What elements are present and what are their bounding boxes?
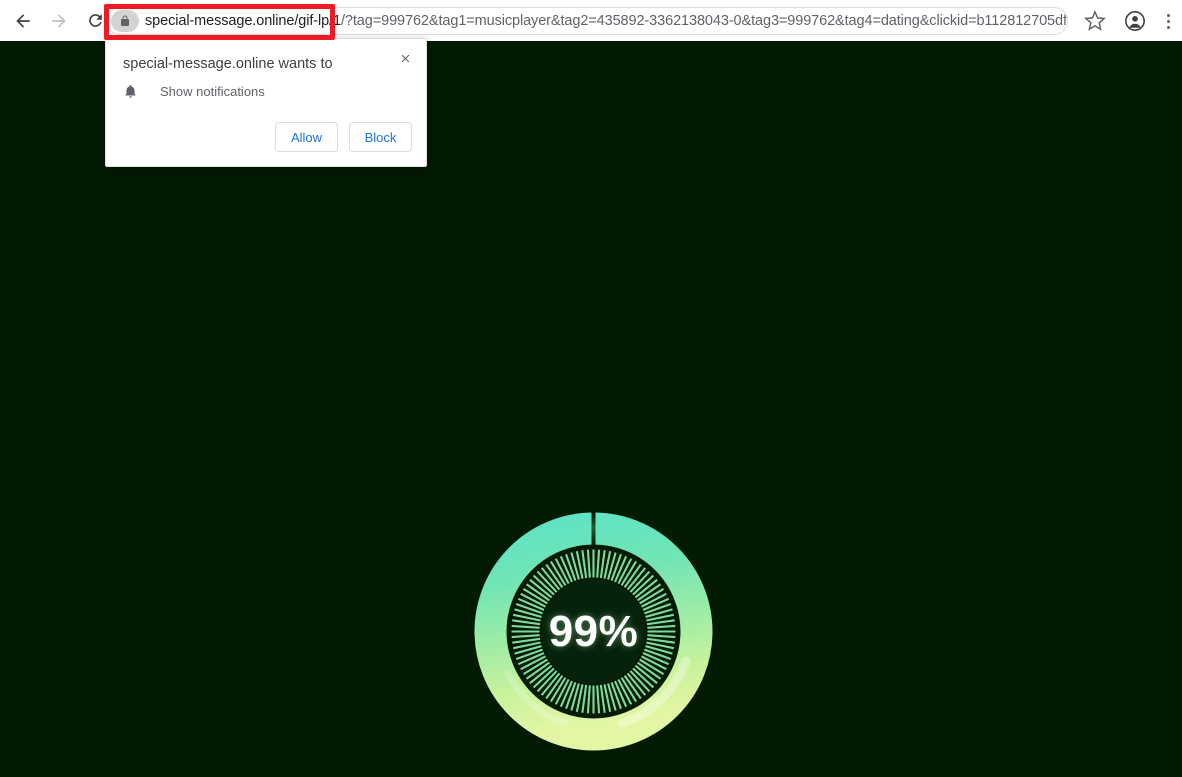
three-dot-menu-icon-dot2	[1166, 19, 1170, 23]
notification-permission-dialog: special-message.online wants to Show not…	[105, 38, 427, 167]
close-x-icon	[401, 54, 409, 62]
address-bar[interactable]: special-message.online/gif-lp/1/?tag=999…	[106, 7, 1068, 35]
reload-icon	[88, 14, 102, 27]
dialog-title: special-message.online wants to	[123, 56, 333, 72]
three-dot-menu-icon-dot3	[1166, 25, 1170, 29]
dialog-action-buttons: Allow Block	[275, 122, 412, 152]
bell-icon	[125, 85, 136, 98]
url-query-text: /?tag=999762&tag1=musicplayer&tag2=43589…	[340, 13, 1067, 29]
forward-button[interactable]	[44, 6, 74, 36]
star-icon	[1084, 9, 1106, 31]
site-security-badge[interactable]	[111, 10, 139, 32]
dialog-close-button[interactable]	[392, 45, 418, 71]
arrow-left-icon	[16, 13, 30, 28]
loading-progress-ring: 99%	[473, 511, 714, 752]
chrome-menu-button[interactable]	[1160, 10, 1176, 32]
bookmark-star-button[interactable]	[1084, 9, 1106, 32]
url-host-text: special-message.online/gif-lp/1	[145, 13, 341, 29]
lock-icon	[121, 15, 129, 26]
progress-percent-label: 99%	[548, 606, 639, 656]
permission-label: Show notifications	[160, 84, 265, 99]
three-dot-menu-icon	[1166, 13, 1170, 17]
browser-toolbar: special-message.online/gif-lp/1/?tag=999…	[0, 0, 1182, 41]
allow-button[interactable]: Allow	[275, 122, 338, 152]
account-avatar-icon	[1125, 11, 1145, 31]
profile-avatar-button[interactable]	[1124, 10, 1146, 32]
arrow-right-icon	[52, 13, 66, 28]
url-text[interactable]: special-message.online/gif-lp/1/?tag=999…	[145, 8, 1067, 34]
back-button[interactable]	[8, 6, 38, 36]
permission-row: Show notifications	[123, 83, 265, 100]
block-button[interactable]: Block	[349, 122, 412, 152]
